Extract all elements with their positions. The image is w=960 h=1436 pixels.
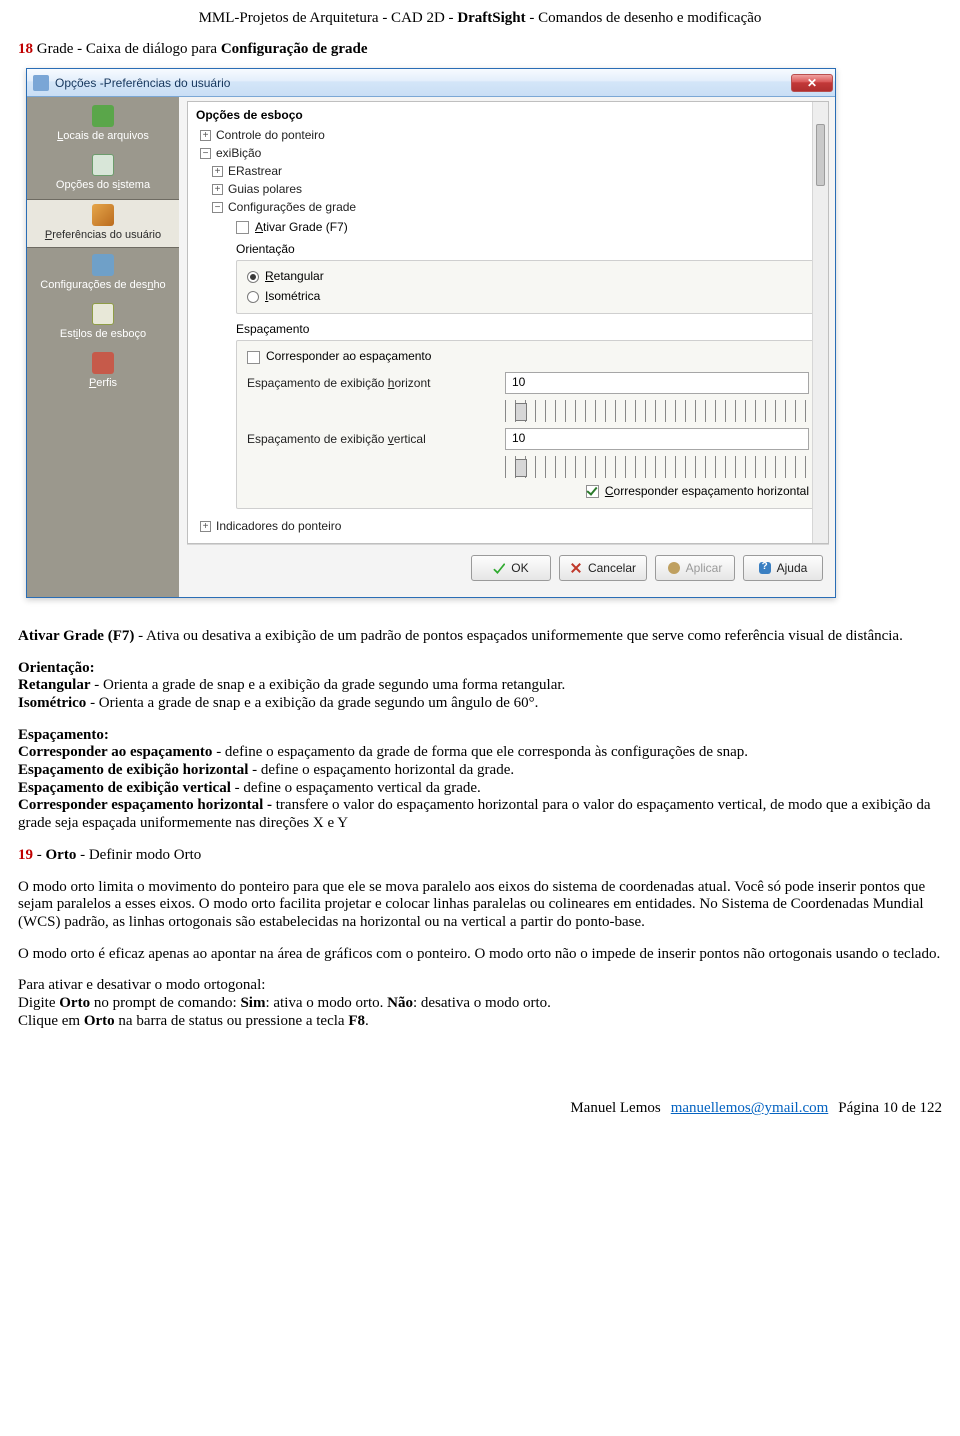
v-spacing-label: Espaçamento de exibição vertical (247, 432, 495, 446)
section-18-bold: Configuração de grade (221, 41, 368, 57)
p-orto-2: O modo orto é eficaz apenas ao apontar n… (18, 946, 942, 964)
match-spacing-checkbox[interactable]: Corresponder ao espaçamento (247, 349, 809, 363)
spacing-label: Espaçamento (236, 322, 820, 336)
header-product: DraftSight (457, 10, 525, 26)
p-spacing: Espaçamento: Corresponder ao espaçamento… (18, 727, 942, 833)
footer-author: Manuel Lemos (570, 1100, 660, 1117)
expand-icon[interactable]: + (212, 166, 223, 177)
h-spacing-input[interactable]: 10 (505, 372, 809, 394)
match-horizontal-checkbox[interactable]: Corresponder espaçamento horizontal (247, 484, 809, 498)
content-area: Opções de esboço +Controle do ponteiro −… (179, 97, 835, 597)
p-orto-1: O modo orto limita o movimento do pontei… (18, 879, 942, 932)
sidebar-item-profiles[interactable]: Perfis (27, 348, 179, 395)
v-spacing-input[interactable]: 10 (505, 428, 809, 450)
drawing-icon (92, 254, 114, 276)
scrollbar[interactable] (812, 102, 828, 543)
collapse-icon[interactable]: − (200, 148, 211, 159)
footer-page: Página 10 de 122 (838, 1100, 942, 1117)
p-orientation: Orientação: Retangular - Orienta a grade… (18, 660, 942, 713)
page-header: MML-Projetos de Arquitetura - CAD 2D - D… (18, 10, 942, 27)
apply-icon (668, 562, 680, 574)
app-icon (33, 75, 49, 91)
sidebar-item-file-locations[interactable]: Locais de arquivos (27, 101, 179, 148)
v-spacing-slider[interactable] (505, 456, 809, 478)
list-icon (92, 154, 114, 176)
section-18-number: 18 (18, 41, 33, 57)
tree-node-display[interactable]: −exiBição (200, 144, 820, 162)
titlebar: Opções -Preferências do usuário ✕ (27, 69, 835, 97)
spacing-group: Corresponder ao espaçamento Espaçamento … (236, 340, 820, 509)
section-18-title: 18 Grade - Caixa de diálogo para Configu… (18, 41, 942, 58)
tree-node-etrack[interactable]: +ERastrear (212, 162, 820, 180)
pencil-icon (92, 204, 114, 226)
p-activate-grid: Ativar Grade (F7) - Ativa ou desativa a … (18, 628, 942, 646)
tree-node-pointer-control[interactable]: +Controle do ponteiro (200, 126, 820, 144)
options-dialog: Opções -Preferências do usuário ✕ Locais… (26, 68, 836, 598)
radio-isometric[interactable]: Isométrica (247, 289, 809, 303)
apply-button[interactable]: Aplicar (655, 555, 735, 581)
expand-icon[interactable]: + (212, 184, 223, 195)
activate-grid-checkbox[interactable]: Ativar Grade (F7) (236, 220, 820, 234)
expand-icon[interactable]: + (200, 521, 211, 532)
profile-icon (92, 352, 114, 374)
header-prefix: MML-Projetos de Arquitetura - CAD 2D - (199, 10, 458, 26)
collapse-icon[interactable]: − (212, 202, 223, 213)
x-icon (570, 562, 582, 574)
sidebar-item-draft-styles[interactable]: Estilos de esboço (27, 299, 179, 346)
cancel-button[interactable]: Cancelar (559, 555, 647, 581)
tree-node-pointer-indicators[interactable]: +Indicadores do ponteiro (200, 517, 820, 535)
category-sidebar: Locais de arquivos Opções do sistema Pre… (27, 97, 179, 597)
h-spacing-slider[interactable] (505, 400, 809, 422)
ok-button[interactable]: OK (471, 555, 551, 581)
help-icon (759, 562, 771, 574)
dialog-title: Opções -Preferências do usuário (55, 76, 791, 90)
folder-icon (92, 105, 114, 127)
tree-node-polar[interactable]: +Guias polares (212, 180, 820, 198)
sidebar-item-drawing-settings[interactable]: Configurações de desnho (27, 250, 179, 297)
close-button[interactable]: ✕ (791, 74, 833, 92)
help-button[interactable]: Ajuda (743, 555, 823, 581)
options-tree: Opções de esboço +Controle do ponteiro −… (187, 101, 829, 544)
p-orto-3: Para ativar e desativar o modo ortogonal… (18, 977, 942, 1030)
grid-settings-panel: Ativar Grade (F7) Orientação Retangular … (236, 220, 820, 509)
header-suffix: - Comandos de desenho e modificação (526, 10, 762, 26)
sidebar-item-user-preferences[interactable]: Preferências do usuário (27, 199, 179, 248)
footer-email[interactable]: manuellemos@ymail.com (671, 1100, 829, 1117)
orientation-label: Orientação (236, 242, 820, 256)
expand-icon[interactable]: + (200, 130, 211, 141)
radio-rectangular[interactable]: Retangular (247, 269, 809, 283)
page-footer: Manuel Lemos manuellemos@ymail.com Págin… (18, 1100, 942, 1117)
close-icon: ✕ (807, 76, 817, 90)
button-bar: OK Cancelar Aplicar Ajuda (187, 544, 829, 591)
section-18-text: Grade - Caixa de diálogo para (33, 41, 221, 57)
text-style-icon (92, 303, 114, 325)
tree-root: Opções de esboço (196, 108, 820, 122)
sidebar-item-system-options[interactable]: Opções do sistema (27, 150, 179, 197)
check-icon (493, 562, 505, 574)
orientation-group: Retangular Isométrica (236, 260, 820, 314)
section-19-title: 19 - Orto - Definir modo Orto (18, 847, 942, 865)
h-spacing-label: Espaçamento de exibição horizont (247, 376, 495, 390)
tree-node-grid-settings[interactable]: −Configurações de grade (212, 198, 820, 216)
